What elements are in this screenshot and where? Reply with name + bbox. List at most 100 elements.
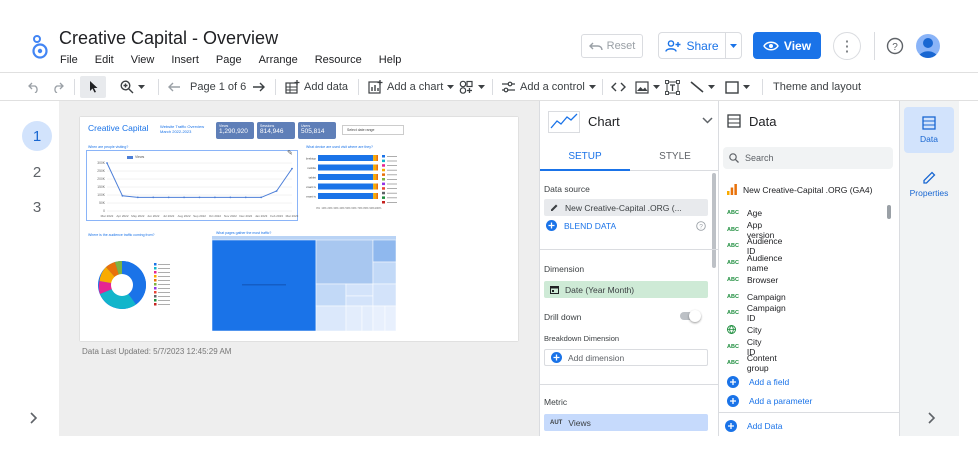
edit-pencil-icon[interactable]: ✎ (287, 149, 293, 157)
line-point (152, 196, 155, 199)
code-embed-icon[interactable] (611, 73, 626, 101)
theme-and-layout-button[interactable]: Theme and layout (773, 73, 861, 101)
next-page-icon[interactable] (252, 73, 265, 101)
menu-resource[interactable]: Resource (315, 54, 362, 66)
field-name: Campaign (747, 291, 786, 302)
share-button[interactable]: Share (658, 32, 726, 59)
menu-arrange[interactable]: Arrange (259, 54, 298, 66)
line-chart-selected[interactable]: 300K 250K 200K 150K 100K 50K 0 Mar 2022 Apr 2022… (86, 149, 299, 221)
image-button[interactable] (635, 73, 660, 101)
bar-row-label: smart tv (306, 185, 316, 189)
x-tick-label: Oct 2022 (209, 214, 222, 218)
add-data-button[interactable]: Add data (285, 73, 348, 101)
bar-x-tick: 0% (316, 206, 320, 210)
line-point (275, 190, 278, 192)
pie-legend-swatch (154, 283, 157, 286)
menu-insert[interactable]: Insert (171, 54, 199, 66)
legend-swatch (382, 159, 385, 163)
avatar[interactable] (916, 34, 940, 58)
report-title[interactable]: Creative Capital - Overview (59, 28, 278, 49)
chart-question-3: Where is the audience traffic coming fro… (88, 233, 155, 237)
kpi-card-sessions[interactable]: Sessions 814,946 (257, 122, 295, 139)
page-3-button[interactable]: 3 (22, 192, 52, 222)
add-data-link[interactable]: Add Data (725, 420, 782, 432)
menu-page[interactable]: Page (216, 54, 242, 66)
add-parameter-button[interactable]: Add a parameter (727, 395, 812, 407)
field-item[interactable]: ABC Audience ID (727, 236, 782, 256)
add-chart-button[interactable]: Add a chart (368, 73, 455, 101)
blend-data-label: BLEND DATA (564, 220, 617, 231)
line-point (167, 196, 170, 199)
prev-page-icon[interactable] (168, 73, 181, 101)
bar-x-tick: 40% (339, 206, 345, 210)
date-range-control[interactable]: Select date range (342, 125, 404, 135)
field-search-box[interactable]: Search (723, 147, 893, 169)
select-tool-button[interactable] (80, 76, 106, 98)
data-source-chip[interactable]: New Creative-Capital .ORG (... (544, 199, 708, 216)
pages-treemap[interactable] (212, 236, 396, 331)
add-control-button[interactable]: Add a control (501, 73, 596, 101)
shape-button[interactable] (725, 73, 750, 101)
field-item[interactable]: ABC Age (727, 205, 762, 221)
field-item[interactable]: ABC Campaign (727, 289, 786, 305)
field-item[interactable]: City (727, 322, 762, 338)
add-field-button[interactable]: Add a field (727, 376, 789, 388)
share-dropdown-button[interactable] (726, 32, 742, 59)
field-item[interactable]: ABC Browser (727, 272, 778, 288)
y-tick-label: 250K (97, 169, 106, 173)
field-item[interactable]: ABC App version (727, 220, 774, 240)
looker-studio-logo-icon[interactable] (30, 34, 50, 60)
device-bar-chart[interactable]: desktop mobile tablet smart tv smart tv 0% 10%… (306, 153, 404, 215)
pie-legend-swatch (154, 275, 157, 278)
pie-legend-label-line (158, 284, 170, 285)
zoom-button[interactable] (120, 73, 145, 101)
expand-pages-icon[interactable] (30, 412, 38, 424)
community-viz-button[interactable] (459, 73, 485, 101)
help-circle-icon[interactable]: ? (696, 221, 706, 231)
page-1-button[interactable]: 1 (22, 121, 52, 151)
reset-button[interactable]: Reset (581, 34, 643, 58)
page-2-button[interactable]: 2 (22, 157, 52, 187)
text-box-icon[interactable] (665, 73, 680, 101)
tab-style[interactable]: STYLE (630, 143, 718, 171)
properties-tab[interactable]: Properties (904, 161, 954, 207)
drill-down-toggle[interactable] (680, 310, 701, 322)
add-dimension-button[interactable]: Add dimension (544, 349, 708, 366)
field-item[interactable]: ABC Audience name (727, 253, 782, 273)
data-source-item[interactable]: New Creative-Capital .ORG (GA4) (727, 184, 872, 195)
line-button[interactable] (690, 73, 715, 101)
field-item[interactable]: ABC Content group (727, 353, 777, 373)
metric-name: Views (568, 417, 591, 428)
help-icon[interactable]: ? (886, 37, 904, 55)
panel-scrollbar[interactable] (712, 173, 716, 268)
ga-bar-icon (727, 184, 737, 195)
add-dimension-label: Add dimension (568, 352, 625, 363)
chevron-right-icon[interactable] (928, 412, 936, 424)
data-tab[interactable]: Data (904, 107, 954, 153)
field-list-scrollbar[interactable] (887, 205, 891, 219)
field-item[interactable]: ABC Campaign ID (727, 303, 786, 323)
bar-segment (373, 155, 377, 161)
page-indicator[interactable]: Page 1 of 6 (190, 73, 246, 101)
menu-view[interactable]: View (131, 54, 155, 66)
more-options-button[interactable]: ⋮ (833, 32, 861, 60)
chevron-down-icon[interactable] (702, 117, 713, 124)
redo-icon[interactable] (52, 73, 64, 101)
metric-chip[interactable]: AUT Views (544, 414, 708, 431)
kpi-card-views[interactable]: Views 1,290,920 (216, 122, 254, 139)
menu-edit[interactable]: Edit (95, 54, 114, 66)
kpi-card-users[interactable]: Users 505,814 (298, 122, 336, 139)
undo-icon[interactable] (28, 73, 40, 101)
blend-data-button[interactable]: BLEND DATA (546, 220, 616, 231)
treemap-svg (212, 236, 396, 331)
menu-help[interactable]: Help (379, 54, 402, 66)
traffic-source-donut[interactable] (88, 247, 188, 323)
dimension-chip[interactable]: Date (Year Month) (544, 281, 708, 298)
report-page[interactable]: Creative Capital Website Traffic Overvie… (80, 117, 518, 341)
view-button[interactable]: View (753, 32, 821, 59)
drill-down-label: Drill down (544, 312, 582, 322)
menu-file[interactable]: File (60, 54, 78, 66)
field-item[interactable]: ABC City ID (727, 337, 762, 357)
field-name: City (747, 324, 762, 335)
tab-setup[interactable]: SETUP (540, 143, 630, 171)
